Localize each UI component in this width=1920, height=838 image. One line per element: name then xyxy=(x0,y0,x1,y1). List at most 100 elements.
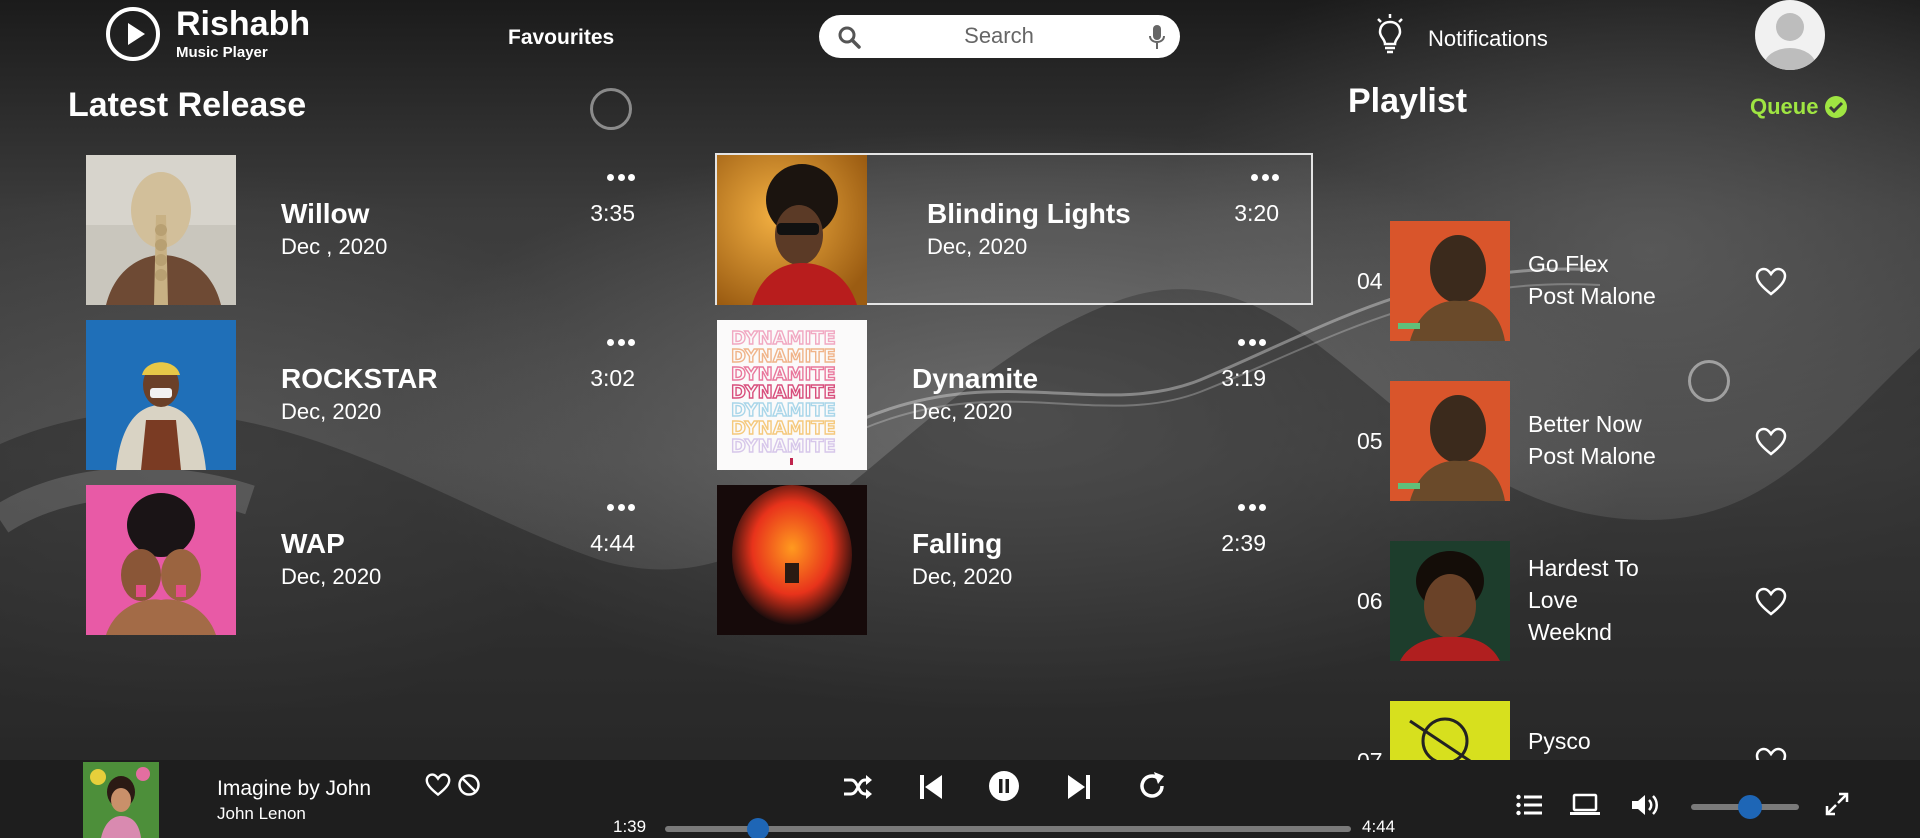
album-art xyxy=(1390,381,1510,501)
app-subtitle: Music Player xyxy=(176,44,268,61)
expand-icon[interactable] xyxy=(1825,792,1849,816)
track-title-block: Hardest To Love Weeknd xyxy=(1528,552,1678,648)
search-bar[interactable] xyxy=(819,15,1180,58)
song-date: Dec , 2020 xyxy=(281,234,388,259)
latest-release-title: Latest Release xyxy=(68,86,307,124)
queue-label: Queue xyxy=(1750,94,1819,119)
player-bar: Imagine by John John Lenon 1:39 4:44 xyxy=(0,760,1920,838)
track-title: Better Now xyxy=(1528,411,1642,437)
playlist-title: Playlist xyxy=(1348,82,1468,120)
song-date: Dec, 2020 xyxy=(912,564,1013,589)
song-title: ROCKSTAR xyxy=(281,363,438,394)
more-dots-icon[interactable] xyxy=(607,337,635,347)
more-dots-icon[interactable] xyxy=(607,172,635,182)
volume-icon[interactable] xyxy=(1630,792,1660,818)
song-title: Falling xyxy=(912,528,1003,559)
user-avatar-icon[interactable] xyxy=(1755,0,1825,70)
progress-bar[interactable] xyxy=(665,818,1351,838)
now-playing-art xyxy=(83,762,159,838)
release-card-dynamite[interactable]: DYNAMITE DYNAMITE DYNAMITE DYNAMITE DYNA… xyxy=(701,319,1298,471)
song-duration: 4:44 xyxy=(590,530,635,556)
song-duration: 3:20 xyxy=(1234,200,1279,226)
more-dots-icon[interactable] xyxy=(607,502,635,512)
bulb-icon xyxy=(1377,14,1403,54)
volume-knob[interactable] xyxy=(1738,795,1763,819)
song-title: WAP xyxy=(281,528,345,559)
song-duration: 3:19 xyxy=(1221,365,1266,391)
total-time: 4:44 xyxy=(1362,817,1396,836)
album-art xyxy=(1390,221,1510,341)
volume-slider[interactable] xyxy=(1691,795,1799,819)
track-artist: Post Malone xyxy=(1528,283,1656,309)
track-title: Go Flex xyxy=(1528,251,1609,277)
list-icon[interactable] xyxy=(1516,794,1542,816)
album-art xyxy=(1390,541,1510,661)
mic-icon[interactable] xyxy=(1148,24,1166,50)
song-duration: 3:35 xyxy=(590,200,635,226)
check-circle-icon xyxy=(1825,96,1848,118)
track-number: 06 xyxy=(1357,588,1383,614)
song-duration: 3:02 xyxy=(590,365,635,391)
laptop-icon[interactable] xyxy=(1570,793,1600,817)
song-title: Dynamite xyxy=(912,363,1039,394)
album-art: DYNAMITE DYNAMITE DYNAMITE DYNAMITE DYNA… xyxy=(717,320,867,470)
track-title: Pysco xyxy=(1528,728,1591,754)
playlist-item[interactable]: 04 Go Flex Post Malone xyxy=(1340,200,1840,350)
heart-icon[interactable] xyxy=(425,773,451,797)
album-art xyxy=(86,155,236,305)
notifications-label: Notifications xyxy=(1428,26,1548,51)
repeat-icon[interactable] xyxy=(1136,770,1168,802)
track-title-block: Pysco xyxy=(1528,725,1678,757)
release-card-rockstar[interactable]: ROCKSTAR Dec, 2020 3:02 xyxy=(70,319,667,471)
album-art xyxy=(717,485,867,635)
release-card-blinding-lights[interactable]: Blinding Lights Dec, 2020 3:20 xyxy=(715,153,1313,305)
progress-knob[interactable] xyxy=(746,818,769,838)
pause-icon[interactable] xyxy=(988,770,1020,802)
track-number: 04 xyxy=(1357,268,1383,294)
playlist-item[interactable]: 07 Pysco xyxy=(1340,680,1840,760)
svg-text:DYNAMITE: DYNAMITE xyxy=(731,436,836,457)
song-date: Dec, 2020 xyxy=(281,399,382,424)
shuffle-icon[interactable] xyxy=(842,772,874,802)
album-art xyxy=(86,320,236,470)
next-icon[interactable] xyxy=(1066,772,1092,802)
block-icon[interactable] xyxy=(457,773,481,797)
track-artist: Post Malone xyxy=(1528,443,1656,469)
queue-button[interactable]: Queue xyxy=(1750,94,1848,120)
song-date: Dec, 2020 xyxy=(927,234,1028,259)
heart-icon[interactable] xyxy=(1755,587,1787,617)
notifications[interactable]: Notifications xyxy=(1374,14,1548,54)
more-dots-icon[interactable] xyxy=(1238,502,1266,512)
prev-icon[interactable] xyxy=(918,772,944,802)
release-card-wap[interactable]: WAP Dec, 2020 4:44 xyxy=(70,484,667,636)
now-playing-artist: John Lenon xyxy=(217,804,306,823)
decor-ring xyxy=(590,88,632,130)
song-duration: 2:39 xyxy=(1221,530,1266,556)
more-dots-icon[interactable] xyxy=(1238,337,1266,347)
release-card-willow[interactable]: Willow Dec , 2020 3:35 xyxy=(70,154,667,306)
playlist-item[interactable]: 06 Hardest To Love Weeknd xyxy=(1340,520,1840,670)
track-artist: Weeknd xyxy=(1528,619,1612,645)
track-title-block: Better Now Post Malone xyxy=(1528,408,1678,472)
search-input[interactable] xyxy=(879,21,1119,51)
playlist-item[interactable]: 05 Better Now Post Malone xyxy=(1340,360,1840,510)
play-circle-icon xyxy=(106,6,160,61)
album-art xyxy=(86,485,236,635)
current-time: 1:39 xyxy=(613,817,647,836)
song-title: Blinding Lights xyxy=(927,198,1131,229)
heart-icon[interactable] xyxy=(1755,267,1787,297)
heart-icon[interactable] xyxy=(1755,747,1787,760)
track-title: Hardest To Love xyxy=(1528,555,1639,613)
heart-icon[interactable] xyxy=(1755,427,1787,457)
release-card-falling[interactable]: Falling Dec, 2020 2:39 xyxy=(701,484,1298,636)
playlist-list[interactable]: 04 Go Flex Post Malone 05 Better Now Pos… xyxy=(1340,200,1840,760)
album-art xyxy=(1390,701,1510,760)
track-number: 05 xyxy=(1357,428,1383,454)
dynamite-artwork-lettering: DYNAMITE DYNAMITE DYNAMITE DYNAMITE DYNA… xyxy=(730,327,836,457)
song-date: Dec, 2020 xyxy=(281,564,382,589)
favourites-link[interactable]: Favourites xyxy=(508,26,614,50)
track-title-block: Go Flex Post Malone xyxy=(1528,248,1678,312)
app-logo[interactable]: Rishabh Music Player xyxy=(106,6,310,61)
track-number: 07 xyxy=(1357,748,1383,760)
more-dots-icon[interactable] xyxy=(1251,172,1279,182)
